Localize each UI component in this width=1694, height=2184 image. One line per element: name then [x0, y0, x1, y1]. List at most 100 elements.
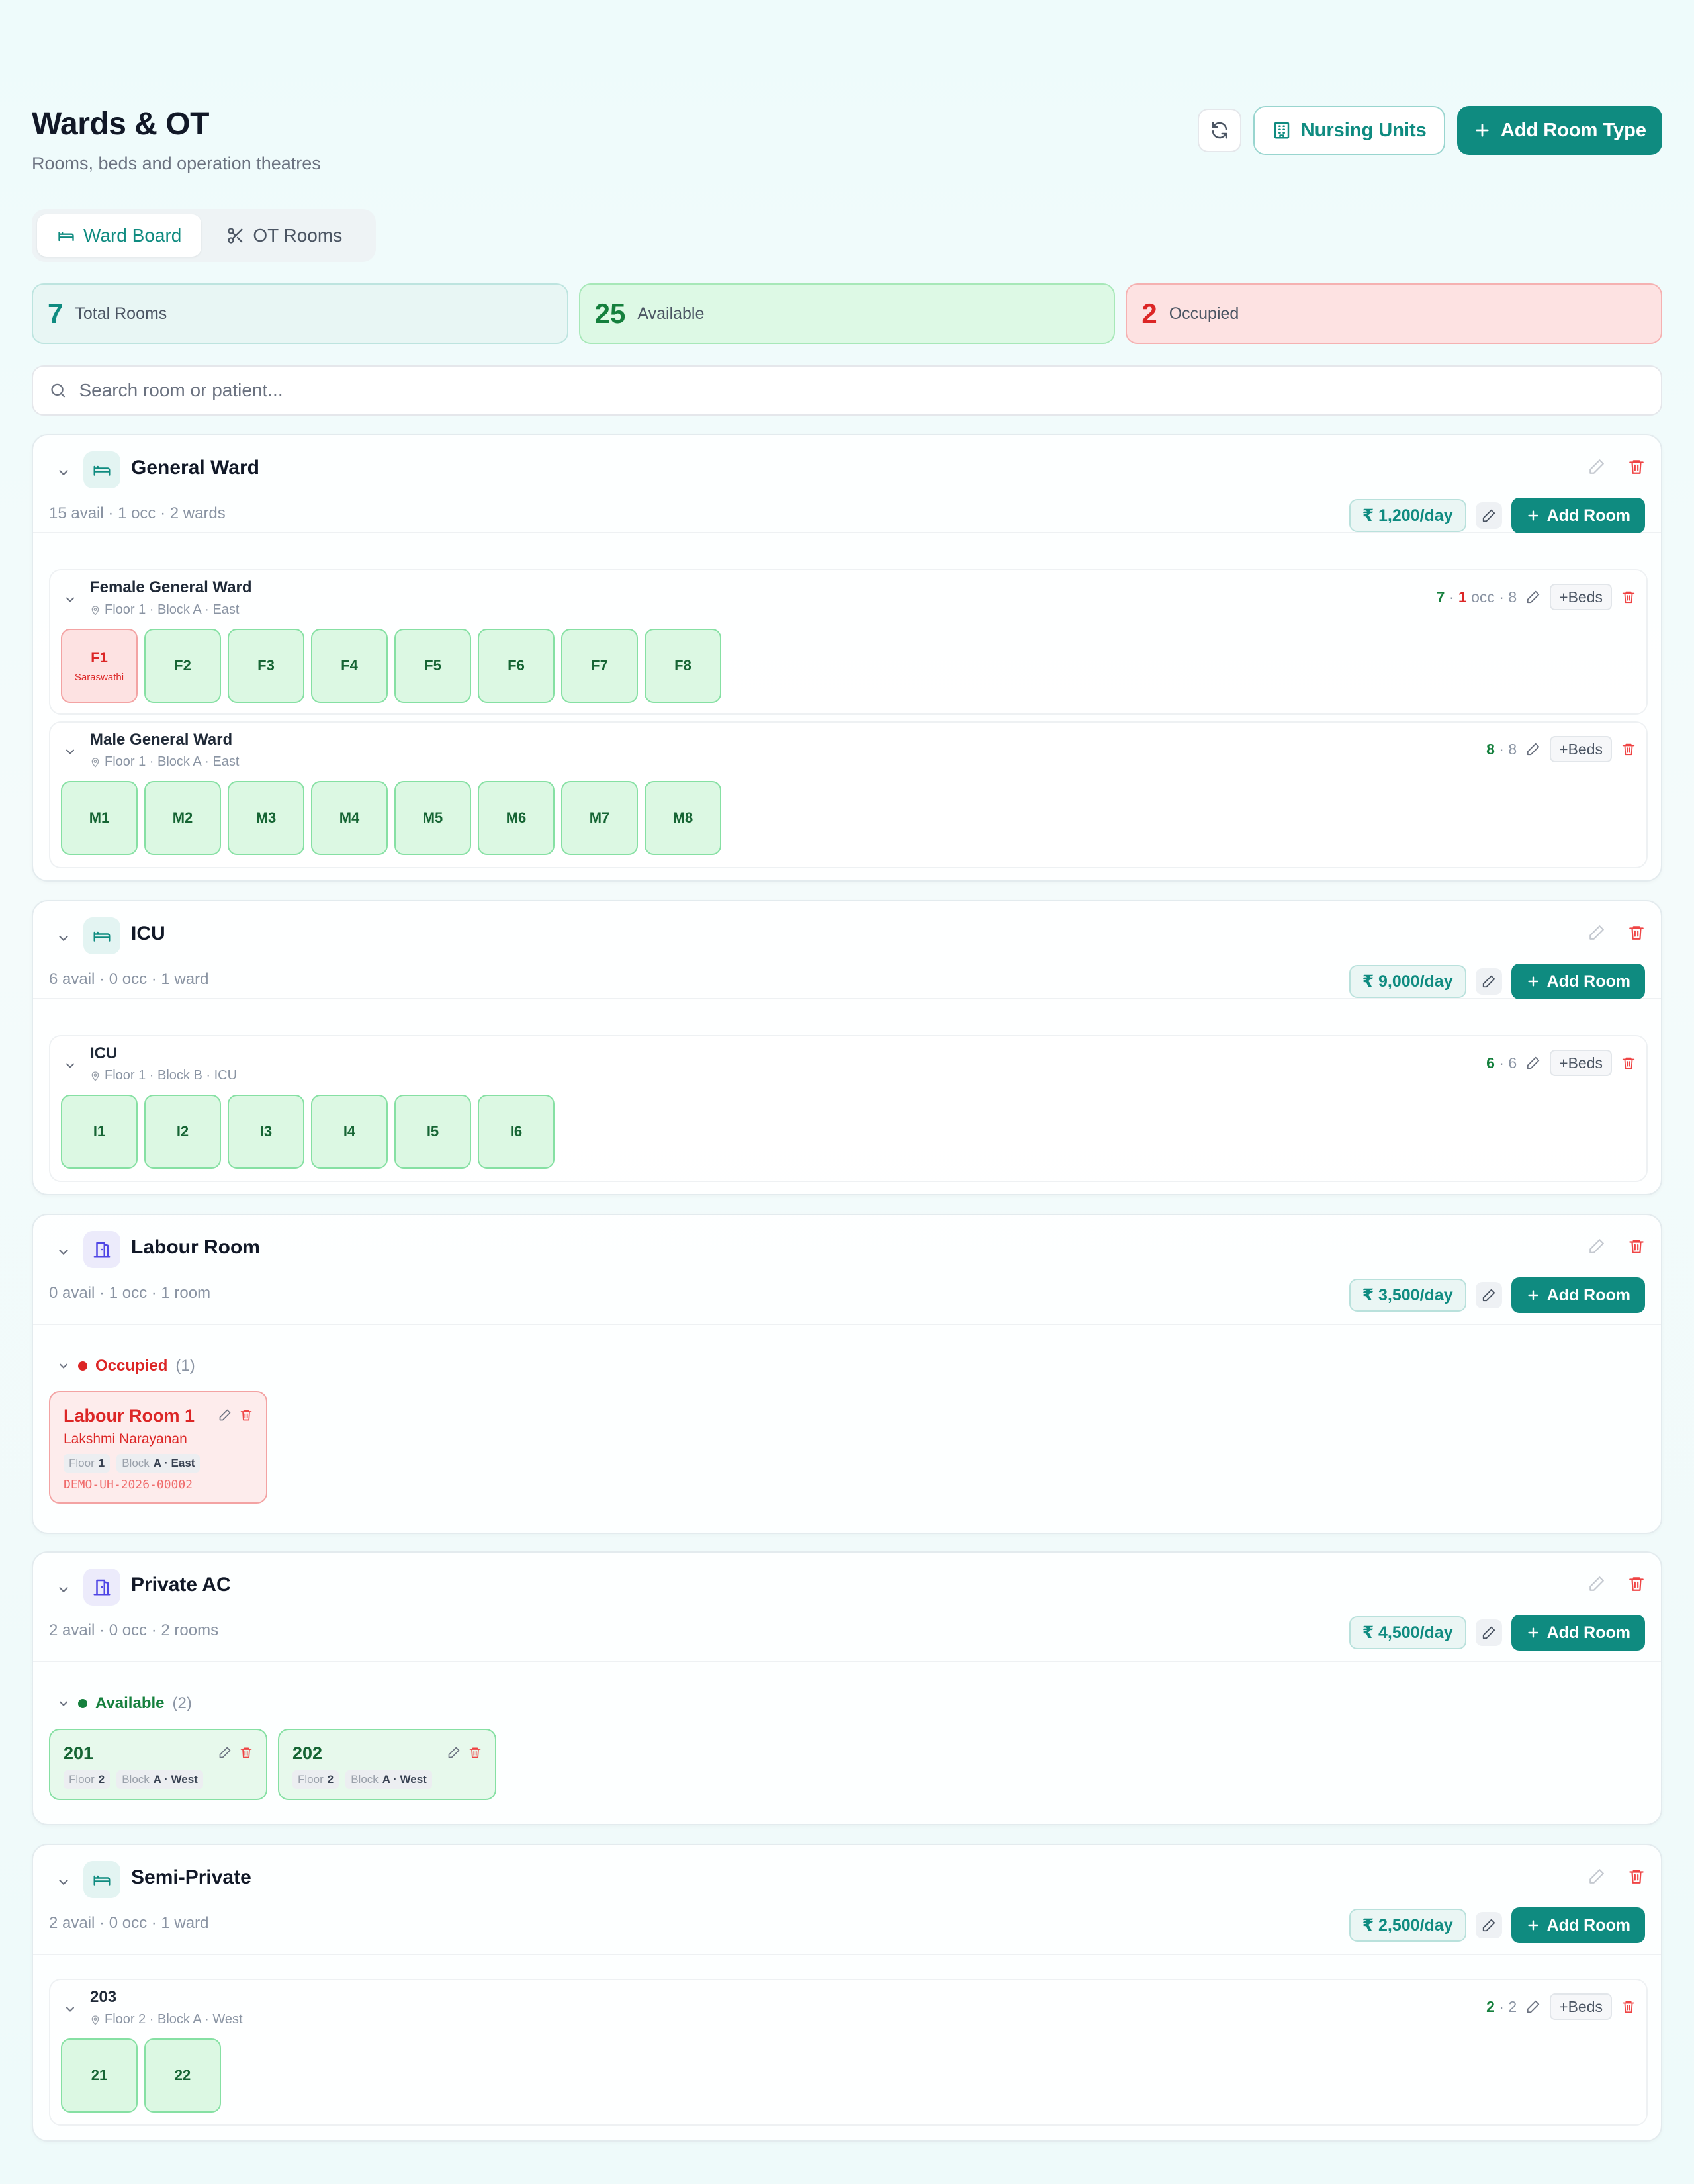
- ward-location-text: Floor 1 · Block A · East: [105, 754, 240, 769]
- scissors-icon: [228, 228, 243, 244]
- price-badge[interactable]: ₹ 3,500/day: [1349, 1279, 1466, 1312]
- bed-tile[interactable]: M8: [645, 781, 721, 855]
- edit-icon[interactable]: [218, 1408, 232, 1422]
- collapse-toggle[interactable]: [54, 463, 73, 482]
- bed-tile[interactable]: F3: [228, 629, 304, 703]
- trash-icon[interactable]: [1628, 924, 1645, 941]
- ward-location: Floor 1 · Block B · ICU: [90, 1068, 237, 1083]
- add-beds-button[interactable]: +Beds: [1550, 1993, 1612, 2020]
- trash-icon[interactable]: [240, 1408, 253, 1422]
- bed-tile[interactable]: 22: [144, 2038, 221, 2113]
- bed-tile[interactable]: M7: [561, 781, 638, 855]
- collapse-toggle[interactable]: [54, 1873, 73, 1891]
- add-room-type-button[interactable]: Add Room Type: [1456, 106, 1662, 155]
- trash-icon[interactable]: [1621, 1056, 1636, 1070]
- bed-tile[interactable]: F4: [311, 629, 388, 703]
- bed-tile[interactable]: F6: [478, 629, 555, 703]
- bed-tile[interactable]: I4: [311, 1095, 388, 1169]
- edit-price-button[interactable]: [1475, 502, 1502, 529]
- bed-tile[interactable]: M3: [228, 781, 304, 855]
- edit-icon: [1482, 1289, 1495, 1302]
- room-card[interactable]: Labour Room 1 Lakshmi Narayanan Floor 1 B…: [49, 1391, 267, 1504]
- bed-tile[interactable]: M2: [144, 781, 221, 855]
- trash-icon[interactable]: [1628, 1868, 1645, 1885]
- bed-tile[interactable]: I3: [228, 1095, 304, 1169]
- room-card[interactable]: 202 Floor 2 Block A · West: [278, 1729, 496, 1800]
- chevron-down-icon[interactable]: [64, 745, 77, 758]
- tab-ot-rooms[interactable]: OT Rooms: [206, 214, 362, 257]
- bed-label: I4: [343, 1123, 356, 1140]
- chevron-down-icon: [60, 1363, 67, 1369]
- view-tabs: Ward Board OT Rooms: [32, 209, 376, 262]
- edit-icon[interactable]: [1588, 1868, 1605, 1885]
- add-room-button[interactable]: Add Room: [1511, 1277, 1645, 1313]
- collapse-toggle[interactable]: [54, 1580, 73, 1599]
- room-group-header[interactable]: Occupied (1): [57, 1357, 195, 1375]
- price-badge[interactable]: ₹ 2,500/day: [1349, 1909, 1466, 1942]
- bed-tile[interactable]: I5: [394, 1095, 471, 1169]
- nursing-units-button[interactable]: Nursing Units: [1253, 106, 1445, 155]
- chevron-down-icon[interactable]: [64, 2003, 77, 2016]
- edit-icon[interactable]: [1526, 590, 1540, 604]
- collapse-toggle[interactable]: [54, 929, 73, 948]
- edit-icon[interactable]: [218, 1746, 232, 1759]
- trash-icon[interactable]: [1621, 590, 1636, 604]
- edit-icon[interactable]: [1588, 1575, 1605, 1592]
- add-beds-button[interactable]: +Beds: [1550, 1050, 1612, 1076]
- bed-tile[interactable]: M6: [478, 781, 555, 855]
- edit-icon[interactable]: [1588, 924, 1605, 941]
- edit-icon[interactable]: [1588, 1238, 1605, 1255]
- room-card[interactable]: 201 Floor 2 Block A · West: [49, 1729, 267, 1800]
- trash-icon[interactable]: [240, 1746, 253, 1759]
- ward-location-text: Floor 2 · Block A · West: [105, 2012, 243, 2026]
- add-room-button[interactable]: Add Room: [1511, 964, 1645, 999]
- bed-tile[interactable]: I1: [61, 1095, 138, 1169]
- price-badge[interactable]: ₹ 1,200/day: [1349, 499, 1466, 532]
- edit-icon[interactable]: [1526, 1999, 1540, 2014]
- edit-price-button[interactable]: [1475, 1619, 1502, 1646]
- search-input[interactable]: [79, 380, 1645, 401]
- bed-tile[interactable]: F8: [645, 629, 721, 703]
- bed-tile[interactable]: F1 Saraswathi: [61, 629, 138, 703]
- bed-tile[interactable]: M5: [394, 781, 471, 855]
- bed-tile[interactable]: F2: [144, 629, 221, 703]
- bed-tile[interactable]: 21: [61, 2038, 138, 2113]
- edit-icon[interactable]: [1588, 458, 1605, 475]
- add-beds-button[interactable]: +Beds: [1550, 736, 1612, 762]
- chevron-down-icon[interactable]: [64, 593, 77, 606]
- group-count: (1): [175, 1357, 195, 1375]
- trash-icon[interactable]: [1621, 742, 1636, 756]
- bed-tile[interactable]: F5: [394, 629, 471, 703]
- add-room-label: Add Room: [1546, 1623, 1630, 1642]
- edit-icon[interactable]: [1526, 742, 1540, 756]
- bed-tile[interactable]: I2: [144, 1095, 221, 1169]
- edit-icon[interactable]: [1526, 1056, 1540, 1070]
- tab-ward-board[interactable]: Ward Board: [37, 214, 202, 257]
- price-badge[interactable]: ₹ 9,000/day: [1349, 965, 1466, 998]
- edit-icon[interactable]: [447, 1746, 461, 1759]
- chevron-down-icon[interactable]: [64, 1059, 77, 1072]
- trash-icon[interactable]: [1628, 1575, 1645, 1592]
- bed-tile[interactable]: F7: [561, 629, 638, 703]
- trash-icon[interactable]: [1628, 1238, 1645, 1255]
- block-chip: Block A · East: [116, 1454, 201, 1473]
- edit-price-button[interactable]: [1475, 968, 1502, 995]
- price-badge[interactable]: ₹ 4,500/day: [1349, 1616, 1466, 1649]
- trash-icon[interactable]: [1628, 458, 1645, 475]
- bed-tile[interactable]: M1: [61, 781, 138, 855]
- bed-label: I5: [426, 1123, 439, 1140]
- bed-tile[interactable]: M4: [311, 781, 388, 855]
- trash-icon[interactable]: [468, 1746, 482, 1759]
- bed-tile[interactable]: I6: [478, 1095, 555, 1169]
- refresh-button[interactable]: [1197, 109, 1241, 152]
- collapse-toggle[interactable]: [54, 1243, 73, 1261]
- edit-price-button[interactable]: [1475, 1282, 1502, 1308]
- add-room-button[interactable]: Add Room: [1511, 1615, 1645, 1651]
- room-group-header[interactable]: Available (2): [57, 1694, 192, 1713]
- trash-icon[interactable]: [1621, 1999, 1636, 2014]
- add-room-button[interactable]: Add Room: [1511, 1907, 1645, 1943]
- edit-price-button[interactable]: [1475, 1912, 1502, 1938]
- ward-total-count: 8: [1508, 588, 1517, 606]
- add-beds-button[interactable]: +Beds: [1550, 584, 1612, 610]
- add-room-button[interactable]: Add Room: [1511, 498, 1645, 533]
